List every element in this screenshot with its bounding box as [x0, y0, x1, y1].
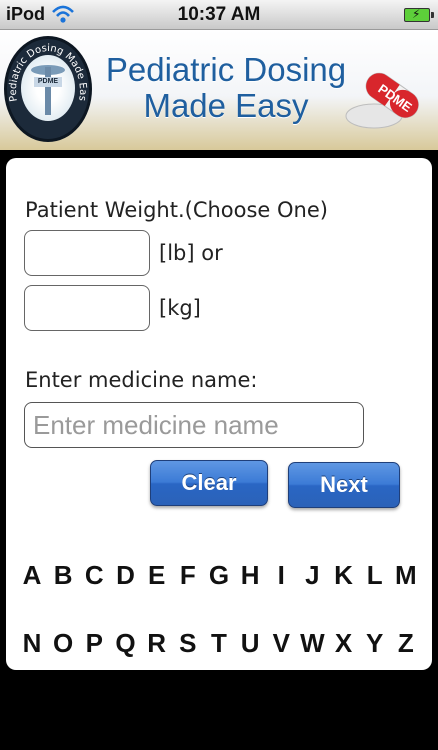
next-button[interactable]: Next [288, 462, 400, 508]
letter-n-button[interactable]: N [18, 628, 46, 659]
clear-button[interactable]: Clear [150, 460, 268, 506]
letter-y-button[interactable]: Y [361, 628, 389, 659]
banner-title-line2: Made Easy [143, 87, 309, 124]
pill-icon: PDME [345, 72, 419, 129]
banner-title: Pediatric Dosing Made Easy [96, 52, 356, 124]
letter-f-button[interactable]: F [174, 560, 202, 591]
status-time: 10:37 AM [177, 4, 261, 25]
main-panel: Patient Weight.(Choose One) [lb] or [kg]… [6, 158, 432, 670]
letter-r-button[interactable]: R [143, 628, 171, 659]
battery-icon: ⚡ [404, 7, 434, 22]
weight-lb-input[interactable] [24, 230, 150, 276]
letter-e-button[interactable]: E [143, 560, 171, 591]
letter-m-button[interactable]: M [392, 560, 420, 591]
letter-l-button[interactable]: L [361, 560, 389, 591]
app-banner: Pediatric Dosing Made Easy PDME Pediatri… [0, 30, 438, 150]
weight-kg-input[interactable] [24, 285, 150, 331]
letter-a-button[interactable]: A [18, 560, 46, 591]
letter-t-button[interactable]: T [205, 628, 233, 659]
letter-k-button[interactable]: K [330, 560, 358, 591]
seal-tag: PDME [34, 77, 62, 87]
letter-j-button[interactable]: J [298, 560, 326, 591]
status-bar: iPod 10:37 AM ⚡ [0, 0, 438, 30]
banner-title-line1: Pediatric Dosing [105, 51, 347, 88]
alphabet-row-2: N O P Q R S T U V W X Y Z [18, 628, 420, 659]
letter-q-button[interactable]: Q [111, 628, 139, 659]
lb-unit-label: [lb] or [159, 241, 223, 265]
letter-w-button[interactable]: W [298, 628, 326, 659]
letter-x-button[interactable]: X [330, 628, 358, 659]
alphabet-row-1: A B C D E F G H I J K L M [18, 560, 420, 591]
letter-s-button[interactable]: S [174, 628, 202, 659]
medicine-name-input[interactable] [24, 402, 364, 448]
pdme-seal-logo: Pediatric Dosing Made Easy PDME [4, 36, 92, 142]
letter-o-button[interactable]: O [49, 628, 77, 659]
letter-u-button[interactable]: U [236, 628, 264, 659]
caduceus-icon [45, 67, 51, 115]
kg-unit-label: [kg] [159, 296, 201, 320]
letter-d-button[interactable]: D [111, 560, 139, 591]
letter-z-button[interactable]: Z [392, 628, 420, 659]
letter-h-button[interactable]: H [236, 560, 264, 591]
medicine-label: Enter medicine name: [25, 368, 258, 392]
letter-p-button[interactable]: P [80, 628, 108, 659]
letter-b-button[interactable]: B [49, 560, 77, 591]
letter-i-button[interactable]: I [267, 560, 295, 591]
weight-label: Patient Weight.(Choose One) [25, 198, 328, 222]
letter-g-button[interactable]: G [205, 560, 233, 591]
letter-c-button[interactable]: C [80, 560, 108, 591]
letter-v-button[interactable]: V [267, 628, 295, 659]
